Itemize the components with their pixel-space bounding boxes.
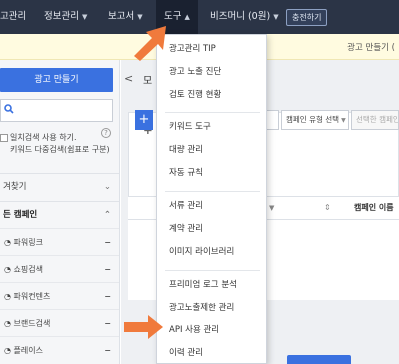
menu-divider	[165, 112, 260, 113]
chevron-down-icon: ▼	[137, 13, 143, 21]
menu-item-keyword-tool[interactable]: 키워드 도구	[157, 117, 266, 137]
menu-item-ad-tip[interactable]: 광고관리 TIP	[157, 39, 266, 59]
sidebar-item-powerlink[interactable]: ◔ 파워링크 −	[0, 228, 119, 256]
collapse-icon[interactable]: −	[104, 283, 111, 310]
page-title: 모	[143, 76, 153, 87]
menu-divider	[165, 270, 260, 271]
top-nav: 고관리 정보관리 ▼ 보고서 ▼ 도구 ▲ 비즈머니 (0원) ▼ 충전하기	[0, 0, 399, 34]
collapse-icon[interactable]: −	[104, 337, 111, 364]
bottom-button-2[interactable]	[287, 355, 351, 364]
sidebar-item-place[interactable]: ◔ 플레이스 −	[0, 336, 119, 364]
sidebar: 광고 만들기 일치검색 사용 하기. 키워드 다중검색(쉼표로 구분) ? 겨찾…	[0, 60, 120, 364]
collapse-icon[interactable]: −	[104, 256, 111, 283]
search-input[interactable]	[0, 99, 113, 122]
menu-item-documents[interactable]: 서류 관리	[157, 196, 266, 216]
chevron-down-icon[interactable]: ▼	[269, 197, 274, 219]
chevron-down-icon: ▼	[273, 13, 279, 21]
arrow-pointer-icon	[134, 26, 166, 61]
menu-item-premium-log[interactable]: 프리미엄 로그 분석	[157, 275, 266, 295]
collapse-icon[interactable]: −	[104, 310, 111, 337]
back-icon[interactable]: <	[124, 72, 133, 85]
exact-match-option: 일치검색 사용 하기. 키워드 다중검색(쉼표로 구분)	[0, 132, 113, 168]
chevron-down-icon: ▼	[81, 13, 88, 21]
nav-bizmoney[interactable]: 비즈머니 (0원) ▼	[210, 0, 279, 34]
favorites-section[interactable]: 겨찾기 ⌄	[0, 173, 119, 199]
column-campaign-name[interactable]: 캠페인 이름	[354, 197, 394, 219]
menu-item-review-status[interactable]: 검토 진행 현황	[157, 85, 266, 105]
nav-info-management[interactable]: 정보관리 ▼	[44, 0, 87, 34]
exact-match-label: 일치검색 사용 하기.	[10, 133, 77, 142]
menu-item-exposure-limit[interactable]: 광고노출제한 관리	[157, 298, 266, 318]
arrow-pointer-icon	[124, 315, 163, 339]
menu-item-contracts[interactable]: 계약 관리	[157, 219, 266, 239]
notice-text[interactable]: 광고 만들기 (	[347, 41, 395, 53]
help-icon[interactable]: ?	[101, 128, 111, 138]
column-sort-icon[interactable]: ⇕	[324, 197, 331, 219]
create-ad-button[interactable]: 광고 만들기	[0, 68, 113, 92]
charge-button[interactable]: 충전하기	[286, 9, 328, 26]
menu-item-bulk-management[interactable]: 대량 관리	[157, 140, 266, 160]
menu-item-history[interactable]: 이력 관리	[157, 343, 266, 363]
exact-match-checkbox[interactable]	[0, 134, 8, 142]
menu-item-exposure-diagnosis[interactable]: 광고 노출 진단	[157, 62, 266, 82]
sidebar-item-brandsearch[interactable]: ◔ 브랜드검색 −	[0, 309, 119, 337]
menu-item-auto-rules[interactable]: 자동 규칙	[157, 163, 266, 183]
campaign-type-select[interactable]: 캠페인 유형 선택 ▼	[281, 110, 349, 130]
nav-ad-management[interactable]: 고관리	[0, 0, 26, 34]
tools-dropdown-menu: 광고관리 TIP 광고 노출 진단 검토 진행 현황 키워드 도구 대량 관리 …	[156, 34, 267, 364]
sidebar-item-powercontents[interactable]: ◔ 파워컨텐츠 −	[0, 282, 119, 310]
chevron-up-icon: ⌃	[103, 210, 111, 220]
chevron-up-icon: ▲	[184, 13, 190, 21]
selected-campaign-select[interactable]: 선택한 캠페인	[351, 110, 399, 130]
menu-divider	[165, 191, 260, 192]
all-campaigns-section[interactable]: 든 캠페인 ⌃	[0, 201, 119, 227]
menu-item-api-management[interactable]: API 사용 관리	[157, 320, 266, 340]
multi-search-hint: 키워드 다중검색(쉼표로 구분)	[10, 145, 110, 154]
sidebar-item-shopping[interactable]: ◔ 쇼핑검색 −	[0, 255, 119, 283]
chevron-down-icon: ⌄	[103, 182, 111, 192]
collapse-icon[interactable]: −	[104, 229, 111, 256]
add-campaign-button[interactable]: +	[135, 110, 153, 130]
search-icon	[4, 104, 14, 117]
chevron-down-icon: ▼	[341, 117, 346, 124]
menu-item-image-library[interactable]: 이미지 라이브러리	[157, 242, 266, 262]
